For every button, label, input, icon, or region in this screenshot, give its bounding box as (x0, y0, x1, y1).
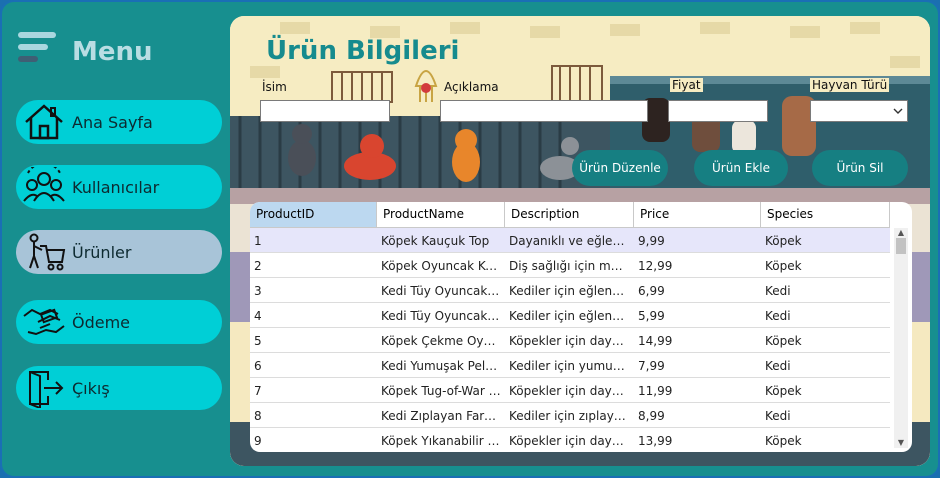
scroll-down-icon[interactable]: ▼ (894, 438, 908, 448)
price-input[interactable] (668, 100, 768, 122)
table-cell: 2 (254, 259, 262, 273)
products-grid[interactable]: ProductID ProductName Description Price … (250, 202, 912, 452)
table-cell: 7 (254, 384, 262, 398)
table-cell: 3 (254, 284, 262, 298)
column-header-productname[interactable]: ProductName (377, 202, 505, 228)
edit-product-button[interactable]: Ürün Düzenle (572, 150, 668, 186)
table-row[interactable]: 5 Köpek Çekme Oyunc... Köpekler için dayan… (250, 328, 890, 353)
table-cell: 14,99 (638, 334, 673, 348)
table-cell: Kedi (765, 359, 791, 373)
menu-title: Menu (72, 37, 153, 67)
table-cell: 1 (254, 234, 262, 248)
nav-products-label: Ürünler (72, 242, 132, 262)
grid-header: ProductID ProductName Description Price … (250, 202, 890, 228)
column-header-description[interactable]: Description (505, 202, 634, 228)
shopping-cart-icon (16, 230, 72, 274)
table-cell: 6,99 (638, 284, 665, 298)
users-icon (16, 165, 72, 209)
table-cell: Kedi (765, 309, 791, 323)
nav-users-label: Kullanıcılar (72, 177, 160, 197)
payment-icon (16, 300, 72, 344)
nav-payment-label: Ödeme (72, 312, 131, 332)
table-cell: Kedi Tüy Oyuncak Top (381, 309, 505, 323)
nav-users-button[interactable]: Kullanıcılar (16, 165, 222, 209)
nav-exit-button[interactable]: Çıkış (16, 366, 222, 410)
scrollbar-thumb[interactable] (896, 238, 906, 254)
table-cell: Köpekler için dayanık... (509, 384, 634, 398)
table-row[interactable]: 3 Kedi Tüy Oyuncak Fare Kediler için eğlen… (250, 278, 890, 303)
table-cell: 5,99 (638, 309, 665, 323)
nav-products-button[interactable]: Ürünler (16, 230, 222, 274)
table-row[interactable]: 9 Köpek Yıkanabilir Sak... Köpekler için d… (250, 428, 890, 452)
page-title: Ürün Bilgileri (266, 36, 460, 66)
table-cell: 11,99 (638, 384, 673, 398)
table-cell: 8,99 (638, 409, 665, 423)
table-cell: 12,99 (638, 259, 673, 273)
add-product-button[interactable]: Ürün Ekle (694, 150, 788, 186)
table-cell: Köpek (765, 234, 802, 248)
table-cell: Köpek (765, 259, 802, 273)
column-header-species[interactable]: Species (761, 202, 890, 228)
table-cell: Diş sağlığı için müke... (509, 259, 634, 273)
table-cell: 8 (254, 409, 262, 423)
table-row[interactable]: 8 Kedi Zıplayan Fare O... Kediler için zıp… (250, 403, 890, 428)
table-cell: Köpek (765, 384, 802, 398)
vertical-scrollbar[interactable]: ▲ ▼ (894, 228, 908, 448)
app-window: Menu Ana Sayfa Kullanıcılar Ürünler Ödem… (0, 0, 940, 478)
table-cell: Köpek (765, 434, 802, 448)
table-cell: 6 (254, 359, 262, 373)
table-cell: 9 (254, 434, 262, 448)
table-cell: Kediler için zıplayan f... (509, 409, 634, 423)
table-row[interactable]: 4 Kedi Tüy Oyuncak Top Kediler için eğlenc… (250, 303, 890, 328)
table-cell: 7,99 (638, 359, 665, 373)
table-row[interactable]: 1 Köpek Kauçuk Top Dayanıklı ve eğlenceli.… (250, 228, 890, 253)
products-panel: Ürün Bilgileri İsim Açıklama Fiyat Hayva… (230, 16, 930, 466)
table-cell: Köpek Oyuncak Kemik (381, 259, 505, 273)
species-label: Hayvan Türü (810, 78, 890, 92)
chevron-down-icon (893, 104, 903, 118)
table-cell: Köpek (765, 334, 802, 348)
name-label: İsim (260, 80, 289, 94)
table-cell: Köpek Kauçuk Top (381, 234, 490, 248)
delete-product-button[interactable]: Ürün Sil (812, 150, 908, 186)
home-icon (16, 100, 72, 144)
table-cell: Köpek Tug-of-War O... (381, 384, 505, 398)
scroll-up-icon[interactable]: ▲ (894, 228, 908, 238)
species-dropdown[interactable] (810, 100, 908, 122)
exit-icon (16, 366, 72, 410)
description-input[interactable] (440, 100, 648, 122)
nav-home-label: Ana Sayfa (72, 112, 153, 132)
nav-payment-button[interactable]: Ödeme (16, 300, 222, 344)
table-cell: 4 (254, 309, 262, 323)
table-cell: Köpek Çekme Oyunc... (381, 334, 505, 348)
hamburger-menu-icon[interactable] (18, 32, 58, 66)
table-cell: Kedi (765, 284, 791, 298)
description-label: Açıklama (442, 80, 501, 94)
table-cell: 13,99 (638, 434, 673, 448)
table-cell: Kedi Zıplayan Fare O... (381, 409, 505, 423)
table-cell: Kedi Tüy Oyuncak Fare (381, 284, 505, 298)
table-row[interactable]: 7 Köpek Tug-of-War O... Köpekler için daya… (250, 378, 890, 403)
table-cell: Kedi (765, 409, 791, 423)
grid-body: 1 Köpek Kauçuk Top Dayanıklı ve eğlenceli.… (250, 228, 890, 452)
table-cell: Köpek Yıkanabilir Sak... (381, 434, 505, 448)
column-header-price[interactable]: Price (634, 202, 761, 228)
nav-exit-label: Çıkış (72, 378, 110, 398)
name-input[interactable] (260, 100, 390, 122)
table-cell: 9,99 (638, 234, 665, 248)
table-row[interactable]: 2 Köpek Oyuncak Kemik Diş sağlığı için mük… (250, 253, 890, 278)
table-cell: Kedi Yumuşak Peluş ... (381, 359, 505, 373)
table-cell: Dayanıklı ve eğlenceli... (509, 234, 634, 248)
table-cell: 5 (254, 334, 262, 348)
table-cell: Kediler için eğlenceli ... (509, 309, 634, 323)
table-cell: Kediler için yumuşak ... (509, 359, 634, 373)
table-cell: Köpekler için dayanık... (509, 434, 634, 448)
table-cell: Kediler için eğlenceli ... (509, 284, 634, 298)
table-row[interactable]: 6 Kedi Yumuşak Peluş ... Kediler için yumu… (250, 353, 890, 378)
price-label: Fiyat (670, 78, 703, 92)
column-header-productid[interactable]: ProductID (250, 202, 377, 228)
nav-home-button[interactable]: Ana Sayfa (16, 100, 222, 144)
table-cell: Köpekler için dayanık... (509, 334, 634, 348)
